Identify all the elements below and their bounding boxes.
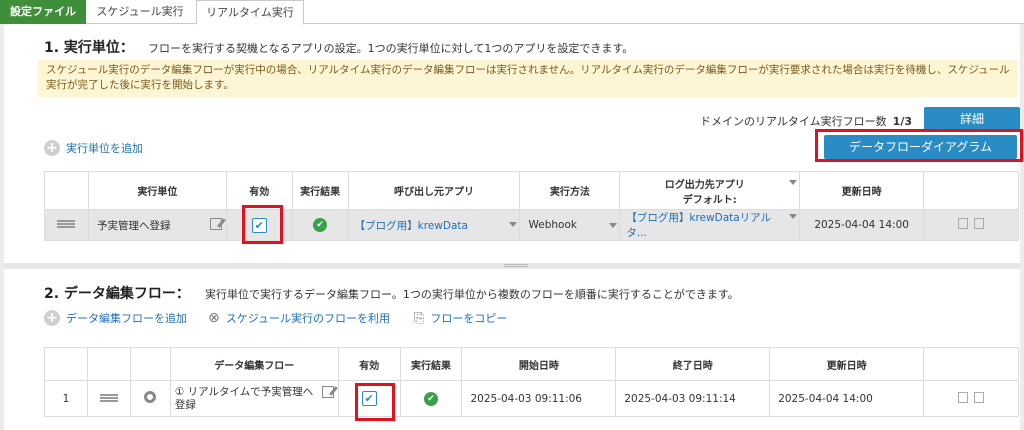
gear-icon[interactable] [144,391,157,403]
chevron-down-icon [509,221,518,227]
log-app-header-label: ログ出力先アプリ [664,179,745,191]
edit-icon[interactable] [209,217,222,230]
col-settings [129,347,171,381]
tab-bar: 設定ファイル スケジュール実行 リアルタイム実行 [0,0,1024,25]
settings-cell [129,380,171,417]
table-empty-row [45,241,1019,255]
highlight-flow-enabled-checkbox [355,383,395,421]
col-log-app[interactable]: ログ出力先アプリ デフォルト: [619,171,801,210]
flow-name-cell: ① リアルタイムで予実管理へ登録 [169,380,339,417]
updated-cell: 2025-04-04 14:00 [799,209,925,241]
unit-name: 予実管理へ登録 [96,219,171,232]
left-gutter [0,24,4,430]
add-execution-unit-label: 実行単位を追加 [66,142,143,155]
col-start: 開始日時 [461,347,617,381]
flow-name[interactable]: ① リアルタイムで予実管理へ登録 [175,386,313,411]
chevron-down-icon [609,223,618,228]
copy-flow-link[interactable]: ⎘ フローをコピー [414,310,507,326]
copy-flow-icon: ⎘ [414,310,425,326]
highlight-enabled-checkbox [242,205,283,244]
tab-realtime-run[interactable]: リアルタイム実行 [196,0,304,25]
log-app-dropdown-icon[interactable] [789,179,798,185]
drag-handle-icon [57,220,76,228]
trash-icon[interactable] [958,218,969,229]
log-app-header-sublabel: デフォルト: [682,194,737,206]
section-divider[interactable] [4,263,1020,269]
realtime-flow-count: ドメインのリアルタイム実行フロー数 1/3 [700,115,912,128]
success-icon: ✔ [313,218,328,232]
highlight-dfd-button [815,129,1023,162]
resize-grip-icon [504,264,528,267]
drag-handle-icon [99,393,118,402]
success-icon: ✔ [424,391,438,406]
execution-unit-table: 実行単位 有効 実行結果 呼び出し元アプリ 実行方法 ログ出力先アプリ デフォル… [44,171,1019,255]
actions-cell [923,209,1019,241]
tab-config-file[interactable]: 設定ファイル [0,0,86,24]
tab-schedule-run[interactable]: スケジュール実行 [90,0,190,24]
use-schedule-flow-label: スケジュール実行のフローを利用 [225,312,390,325]
detail-button[interactable]: 詳細 [924,107,1020,131]
col-result: 実行結果 [399,347,463,381]
updated-cell: 2025-04-04 14:00 [769,380,925,417]
method-value: Webhook [528,219,577,231]
actions-cell [923,380,1019,417]
plus-icon: + [44,140,60,156]
end-cell: 2025-04-03 09:11:14 [615,380,771,417]
col-result: 実行結果 [291,171,349,210]
right-gutter [1020,24,1024,430]
row-number: 1 [44,380,88,417]
drag-handle[interactable] [44,209,89,241]
table-row: 1 ① リアルタイムで予実管理へ登録 ✔ ✔ 2025-04-03 09:11:… [44,380,1019,417]
col-enabled: 有効 [225,171,293,210]
copy-icon[interactable] [974,218,985,229]
col-handle [44,171,89,210]
method-select[interactable]: Webhook [519,209,621,241]
col-no [44,347,88,381]
col-flow: データ編集フロー [169,347,339,381]
caller-app-value: 【ブログ用】krewData [354,219,468,232]
start-cell: 2025-04-03 09:11:06 [461,380,617,417]
unit-name-cell: 予実管理へ登録 [87,209,227,241]
copy-icon[interactable] [974,391,984,403]
drag-handle[interactable] [86,380,131,417]
col-updated: 更新日時 [799,171,925,210]
add-data-flow-link[interactable]: + データ編集フローを追加 [44,310,187,326]
add-execution-unit-link[interactable]: + 実行単位を追加 [44,140,143,156]
chevron-down-icon [789,214,798,219]
log-app-select[interactable]: 【ブログ用】krewDataリアルタ... [619,209,801,241]
caller-app-select[interactable]: 【ブログ用】krewData [347,209,521,241]
plus-icon: + [44,310,60,326]
info-notice: スケジュール実行のデータ編集フローが実行中の場合、リアルタイム実行のデータ編集フ… [38,60,1018,97]
col-updated: 更新日時 [769,347,925,381]
result-cell: ✔ [291,209,349,241]
section2-description: 実行単位で実行するデータ編集フロー。1つの実行単位から複数のフローを順番に実行す… [205,288,739,301]
section2-title: 2. データ編集フロー： [44,286,190,302]
section1-title: 1. 実行単位： [44,40,134,56]
col-enabled: 有効 [337,347,401,381]
col-actions [923,347,1019,381]
use-schedule-flow-link[interactable]: ⊗ スケジュール実行のフローを利用 [208,310,390,326]
col-unit: 実行単位 [87,171,227,210]
edit-icon[interactable] [321,385,334,398]
link-icon: ⊗ [208,310,220,326]
data-flow-table: データ編集フロー 有効 実行結果 開始日時 終了日時 更新日時 1 ① リアルタ… [44,347,1019,417]
col-actions [923,171,1019,210]
col-end: 終了日時 [615,347,771,381]
copy-flow-label: フローをコピー [430,312,508,325]
trash-icon[interactable] [958,391,968,403]
add-data-flow-label: データ編集フローを追加 [66,312,187,325]
section1-description: フローを実行する契機となるアプリの設定。1つの実行単位に対して1つのアプリを設定… [148,42,634,55]
result-cell: ✔ [399,380,463,417]
table-row: 予実管理へ登録 ✔ ✔ 【ブログ用】krewData Webhook 【ブログ用… [44,209,1019,241]
col-handle [86,347,131,381]
col-caller-app: 呼び出し元アプリ [347,171,521,210]
col-method: 実行方法 [519,171,621,210]
log-app-value: 【ブログ用】krewDataリアルタ... [626,212,772,239]
